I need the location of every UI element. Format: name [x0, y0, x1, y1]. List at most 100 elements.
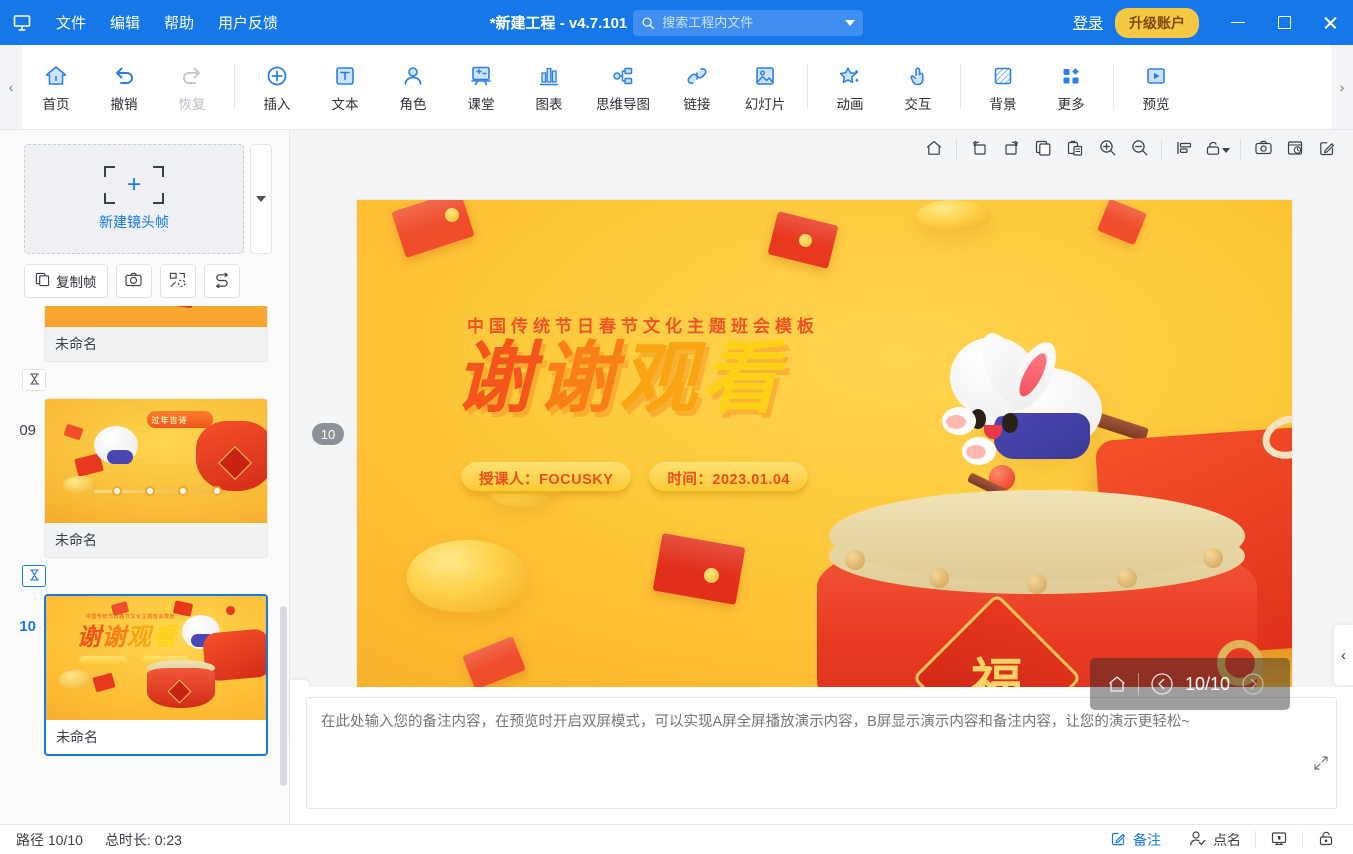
frame-card[interactable]: 过年吉诗 未命名 — [44, 398, 268, 558]
frame-card[interactable]: 中国传统节日春节文化主题班会模板 谢谢观看 未命名 — [44, 594, 268, 756]
hand-tap-icon — [905, 62, 931, 88]
expand-diagonal-icon[interactable] — [1313, 755, 1329, 775]
ribbon-link[interactable]: 链接 — [663, 45, 731, 129]
lock-box-icon — [1317, 830, 1335, 850]
window-minimize-button[interactable] — [1215, 0, 1261, 45]
frame-card[interactable]: 未命名 — [44, 306, 268, 362]
zoom-in-button[interactable] — [1091, 135, 1123, 165]
ribbon-separator-3 — [960, 65, 961, 109]
maximize-icon — [1277, 16, 1291, 29]
frame-preview: 中国传统节日春节文化主题班会模板 谢谢观看 — [46, 596, 266, 720]
screenshot-button[interactable] — [1247, 135, 1279, 165]
paste-button[interactable] — [1059, 135, 1091, 165]
chevron-down-icon[interactable] — [1222, 147, 1230, 153]
ribbon-home[interactable]: 首页 — [22, 45, 90, 129]
ribbon-scroll-left-button[interactable]: ‹ — [0, 45, 22, 129]
copy-button[interactable] — [1027, 135, 1059, 165]
gold-dot-decoration — [445, 208, 459, 222]
frames-scrollbar[interactable] — [280, 306, 287, 824]
nav-next-button[interactable] — [1240, 671, 1266, 697]
ribbon-background-label: 背景 — [989, 96, 1017, 112]
ribbon-chart-label: 图表 — [535, 96, 563, 112]
search-input[interactable] — [662, 15, 835, 30]
status-lock-button[interactable] — [1303, 825, 1349, 854]
nav-prev-button[interactable] — [1149, 671, 1175, 697]
new-frame-button[interactable]: + 新建镜头帧 — [24, 144, 244, 254]
ribbon-character[interactable]: 角色 — [379, 45, 447, 129]
nav-home-button[interactable] — [1106, 674, 1128, 694]
ribbon-text[interactable]: 文本 — [311, 45, 379, 129]
frame-timer-button[interactable] — [22, 565, 46, 587]
canvas-toolbar — [290, 130, 1353, 170]
menu-feedback[interactable]: 用户反馈 — [206, 8, 290, 37]
frame-timer-button[interactable] — [22, 369, 46, 391]
ribbon-scroll-right-button[interactable]: › — [1331, 45, 1353, 129]
notes-input[interactable] — [306, 697, 1337, 809]
window-maximize-button[interactable] — [1261, 0, 1307, 45]
image-slide-icon — [752, 62, 778, 88]
ribbon-undo[interactable]: 撤销 — [90, 45, 158, 129]
ribbon-classroom[interactable]: 课堂 — [447, 45, 515, 129]
list-item[interactable]: 10 中国传统节日春节文化主题班会模板 谢谢观看 未命名 — [0, 594, 290, 756]
search-box[interactable] — [633, 9, 864, 36]
list-item[interactable]: 未命名 — [0, 306, 290, 362]
snapshot-frame-button[interactable] — [115, 264, 152, 298]
ribbon-background[interactable]: 背景 — [969, 45, 1037, 129]
canvas-stage[interactable]: 10 福 中国传统节日春节文化主题班会模板 谢谢观看 授课人：FOCUSKY 时… — [290, 170, 1353, 740]
ribbon-mindmap[interactable]: 思维导图 — [583, 45, 663, 129]
ribbon-undo-label: 撤销 — [110, 96, 138, 112]
canvas-home-button[interactable] — [918, 135, 950, 165]
chevron-down-icon[interactable] — [845, 19, 856, 26]
swap-path-icon — [214, 272, 230, 291]
rotate-right-button[interactable] — [995, 135, 1027, 165]
window-close-button[interactable] — [1307, 0, 1353, 45]
toolbar-separator — [1240, 140, 1241, 160]
history-box-icon — [1286, 139, 1304, 162]
login-link[interactable]: 登录 — [1073, 12, 1103, 33]
align-left-icon — [1175, 139, 1193, 162]
frame-thumbnail-list[interactable]: 未命名 09 过年吉诗 未命名 10 中国传统节日春节文化主题班会模板 谢谢观看… — [0, 306, 290, 824]
edit-button[interactable] — [1311, 135, 1343, 165]
slide-title: 谢谢观看 — [455, 340, 783, 418]
ribbon-insert[interactable]: 插入 — [243, 45, 311, 129]
link-icon — [684, 62, 710, 88]
reorder-frames-button[interactable] — [203, 264, 240, 298]
ribbon-slide[interactable]: 幻灯片 — [731, 45, 799, 129]
upgrade-account-button[interactable]: 升级账户 — [1115, 7, 1199, 38]
ribbon-redo[interactable]: 恢复 — [158, 45, 226, 129]
collapse-right-panel-button[interactable]: ‹ — [1334, 625, 1353, 685]
list-item[interactable]: 09 过年吉诗 未命名 — [0, 398, 290, 558]
plus-circle-icon — [264, 62, 290, 88]
ribbon-preview[interactable]: 预览 — [1122, 45, 1190, 129]
menu-help[interactable]: 帮助 — [152, 8, 206, 37]
history-button[interactable] — [1279, 135, 1311, 165]
whiteboard-icon — [468, 62, 494, 88]
status-present-button[interactable] — [1256, 825, 1302, 854]
ribbon-mindmap-label: 思维导图 — [596, 96, 650, 112]
zoom-out-button[interactable] — [1123, 135, 1155, 165]
status-rollcall-button[interactable]: 点名 — [1175, 825, 1255, 854]
menu-edit[interactable]: 编辑 — [98, 8, 152, 37]
unlock-icon — [1204, 139, 1222, 162]
ribbon-interaction[interactable]: 交互 — [884, 45, 952, 129]
ribbon-home-label: 首页 — [42, 96, 70, 112]
search-icon — [641, 16, 655, 30]
rotate-left-button[interactable] — [963, 135, 995, 165]
slide-title-char: 观 — [619, 334, 702, 424]
slide-canvas[interactable]: 福 中国传统节日春节文化主题班会模板 谢谢观看 授课人：FOCUSKY 时间：2… — [357, 200, 1292, 722]
toolbar-separator — [1161, 140, 1162, 160]
new-frame-dropdown-button[interactable] — [250, 144, 272, 254]
ribbon-more[interactable]: 更多 — [1037, 45, 1105, 129]
frames-panel: + 新建镜头帧 复制帧 未命名 09 过年吉诗 未命名 10 中国传统节日春节文… — [0, 130, 290, 824]
status-notes-button[interactable]: 备注 — [1096, 825, 1175, 854]
camera-outline-icon — [1254, 139, 1273, 161]
fit-frame-button[interactable] — [159, 264, 196, 298]
align-button[interactable] — [1168, 135, 1200, 165]
frames-scrollbar-thumb[interactable] — [280, 606, 287, 786]
ribbon-chart[interactable]: 图表 — [515, 45, 583, 129]
ribbon-animation[interactable]: 动画 — [816, 45, 884, 129]
duplicate-frame-button[interactable]: 复制帧 — [24, 264, 108, 298]
menu-bar: 文件 编辑 帮助 用户反馈 — [44, 8, 290, 37]
menu-file[interactable]: 文件 — [44, 8, 98, 37]
home-outline-icon — [925, 139, 943, 162]
